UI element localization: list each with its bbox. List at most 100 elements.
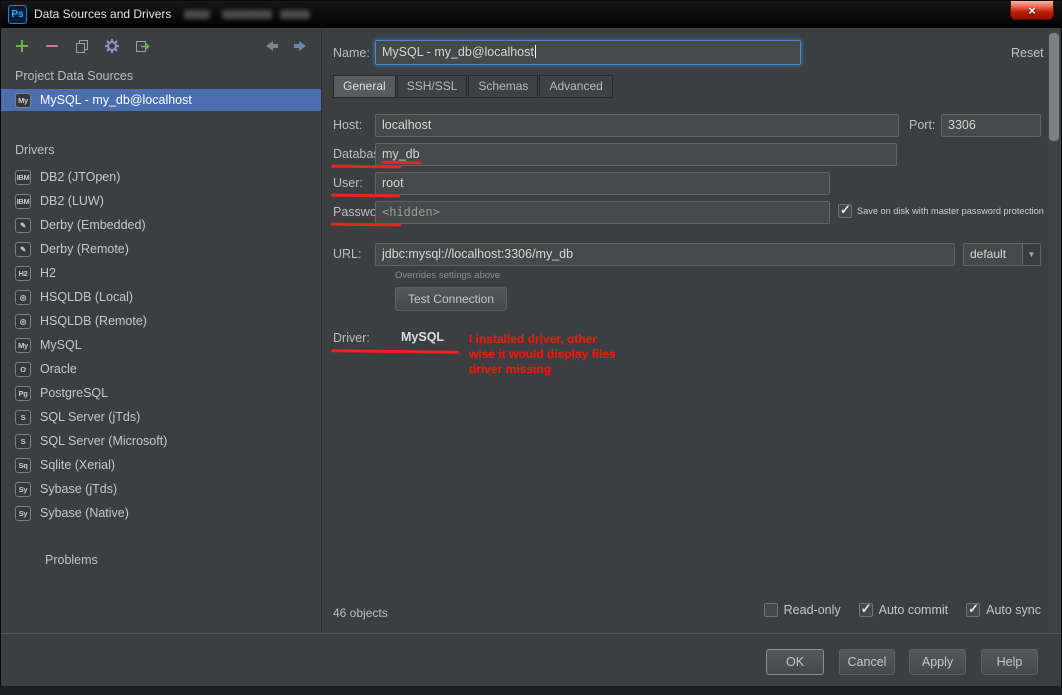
vertical-scrollbar[interactable] bbox=[1048, 29, 1060, 632]
driver-item-label: DB2 (LUW) bbox=[40, 194, 104, 208]
name-input[interactable]: MySQL - my_db@localhost bbox=[375, 40, 801, 65]
driver-item-sybase-jtds[interactable]: Sy Sybase (jTds) bbox=[1, 477, 321, 501]
hsqldb-icon: ◎ bbox=[15, 313, 31, 329]
driver-value: MySQL bbox=[401, 330, 445, 344]
copy-button[interactable] bbox=[73, 37, 91, 55]
save-password-option: ✓ Save on disk with master password prot… bbox=[838, 202, 1048, 219]
tab-schemas[interactable]: Schemas bbox=[468, 75, 539, 98]
driver-item-db2-jtopen[interactable]: IBM DB2 (JTOpen) bbox=[1, 165, 321, 189]
host-input[interactable]: localhost bbox=[375, 114, 899, 137]
annotation-underline-user bbox=[330, 193, 401, 198]
driver-item-derby-remote[interactable]: ✎ Derby (Remote) bbox=[1, 237, 321, 261]
text-caret bbox=[534, 45, 536, 58]
hsqldb-icon: ◎ bbox=[15, 289, 31, 305]
driver-item-label: HSQLDB (Local) bbox=[40, 290, 134, 304]
password-input[interactable]: <hidden> bbox=[375, 201, 830, 224]
scrollbar-thumb[interactable] bbox=[1049, 33, 1059, 141]
name-input-value: MySQL - my_db@localhost bbox=[382, 45, 534, 59]
url-input[interactable]: jdbc:mysql://localhost:3306/my_db bbox=[375, 243, 955, 266]
handwritten-annotation: I installed driver, other wise it would … bbox=[469, 332, 659, 377]
minus-icon bbox=[46, 45, 58, 47]
remove-button[interactable] bbox=[43, 37, 61, 55]
forward-arrow-icon bbox=[294, 41, 306, 51]
save-password-checkbox[interactable]: ✓ bbox=[838, 202, 852, 218]
driver-item-sqlite-xerial[interactable]: Sq Sqlite (Xerial) bbox=[1, 453, 321, 477]
auto-commit-label: Auto commit bbox=[878, 603, 949, 617]
url-preset-select[interactable]: default ▼ bbox=[963, 243, 1041, 266]
driver-item-label: PostgreSQL bbox=[40, 386, 109, 400]
database-input[interactable]: my_db bbox=[375, 143, 897, 166]
driver-item-mysql[interactable]: My MySQL bbox=[1, 333, 321, 357]
annotation-line: I installed driver, other bbox=[469, 332, 598, 346]
derby-icon: ✎ bbox=[15, 217, 31, 233]
close-icon: × bbox=[1028, 2, 1036, 18]
driver-item-label: Derby (Remote) bbox=[40, 242, 129, 256]
forward-button[interactable] bbox=[291, 37, 309, 55]
settings-tabs: General SSH/SSL Schemas Advanced bbox=[333, 75, 613, 98]
gear-icon bbox=[105, 39, 119, 53]
tab-general[interactable]: General bbox=[333, 75, 396, 98]
read-only-checkbox[interactable] bbox=[763, 603, 778, 617]
project-data-sources-header: Project Data Sources bbox=[15, 69, 134, 83]
back-button[interactable] bbox=[263, 37, 281, 55]
port-input[interactable]: 3306 bbox=[941, 114, 1041, 137]
settings-button[interactable] bbox=[103, 37, 121, 55]
name-label: Name: bbox=[333, 46, 370, 60]
driver-item-sqlserver-jtds[interactable]: S SQL Server (jTds) bbox=[1, 405, 321, 429]
driver-item-sqlserver-microsoft[interactable]: S SQL Server (Microsoft) bbox=[1, 429, 321, 453]
source-item-label: MySQL - my_db@localhost bbox=[40, 93, 192, 107]
reset-button[interactable]: Reset bbox=[1011, 46, 1044, 60]
drivers-header: Drivers bbox=[15, 143, 55, 157]
driver-item-label: MySQL bbox=[40, 338, 82, 352]
driver-item-h2[interactable]: H2 H2 bbox=[1, 261, 321, 285]
annotation-underline-driver bbox=[330, 349, 460, 354]
annotation-underline-password bbox=[330, 222, 402, 227]
source-item-mysql-selected[interactable]: My MySQL - my_db@localhost bbox=[1, 89, 321, 111]
driver-item-derby-embedded[interactable]: ✎ Derby (Embedded) bbox=[1, 213, 321, 237]
read-only-label: Read-only bbox=[783, 603, 841, 617]
export-button[interactable] bbox=[133, 37, 151, 55]
driver-item-hsqldb-remote[interactable]: ◎ HSQLDB (Remote) bbox=[1, 309, 321, 333]
auto-commit-checkbox[interactable]: ✓ bbox=[858, 601, 873, 617]
window-title: Data Sources and Drivers bbox=[34, 7, 172, 21]
driver-item-postgresql[interactable]: Pg PostgreSQL bbox=[1, 381, 321, 405]
problems-link[interactable]: Problems bbox=[45, 553, 321, 567]
sybase-icon: Sy bbox=[15, 505, 31, 521]
auto-sync-checkbox[interactable]: ✓ bbox=[966, 601, 981, 617]
apply-button[interactable]: Apply bbox=[909, 649, 966, 675]
ok-button[interactable]: OK bbox=[766, 649, 824, 675]
driver-item-label: Sqlite (Xerial) bbox=[40, 458, 116, 472]
sqlserver-icon: S bbox=[15, 409, 31, 425]
driver-item-sybase-native[interactable]: Sy Sybase (Native) bbox=[1, 501, 321, 525]
driver-item-oracle[interactable]: O Oracle bbox=[1, 357, 321, 381]
url-hint: Overrides settings above bbox=[395, 270, 501, 281]
driver-item-label: SQL Server (jTds) bbox=[40, 410, 141, 424]
mysql-icon: My bbox=[15, 337, 31, 353]
sqlite-icon: Sq bbox=[15, 457, 31, 473]
close-button[interactable]: × bbox=[1010, 1, 1054, 20]
back-arrow-icon bbox=[266, 41, 278, 51]
left-panel: Project Data Sources My MySQL - my_db@lo… bbox=[1, 28, 322, 633]
sqlserver-icon: S bbox=[15, 433, 31, 449]
driver-item-label: HSQLDB (Remote) bbox=[40, 314, 147, 328]
db2-icon: IBM bbox=[15, 193, 31, 209]
user-input[interactable]: root bbox=[375, 172, 830, 195]
background-menu-blur bbox=[222, 10, 272, 19]
chevron-down-icon[interactable]: ▼ bbox=[1022, 244, 1040, 265]
tab-advanced[interactable]: Advanced bbox=[539, 75, 613, 98]
driver-item-hsqldb-local[interactable]: ◎ HSQLDB (Local) bbox=[1, 285, 321, 309]
postgresql-icon: Pg bbox=[15, 385, 31, 401]
driver-item-label: H2 bbox=[40, 266, 56, 280]
left-toolbar bbox=[1, 28, 321, 64]
db2-icon: IBM bbox=[15, 169, 31, 185]
title-bar: Ps Data Sources and Drivers × bbox=[1, 1, 1061, 28]
help-button[interactable]: Help bbox=[981, 649, 1038, 675]
save-password-label: Save on disk with master password protec… bbox=[857, 206, 1044, 216]
test-connection-button[interactable]: Test Connection bbox=[395, 287, 507, 311]
check-icon: ✓ bbox=[840, 202, 851, 217]
add-button[interactable] bbox=[13, 37, 31, 55]
tab-ssh-ssl[interactable]: SSH/SSL bbox=[396, 75, 468, 98]
drivers-list: IBM DB2 (JTOpen) IBM DB2 (LUW) ✎ Derby (… bbox=[1, 165, 321, 525]
cancel-button[interactable]: Cancel bbox=[839, 649, 895, 675]
driver-item-db2-luw[interactable]: IBM DB2 (LUW) bbox=[1, 189, 321, 213]
